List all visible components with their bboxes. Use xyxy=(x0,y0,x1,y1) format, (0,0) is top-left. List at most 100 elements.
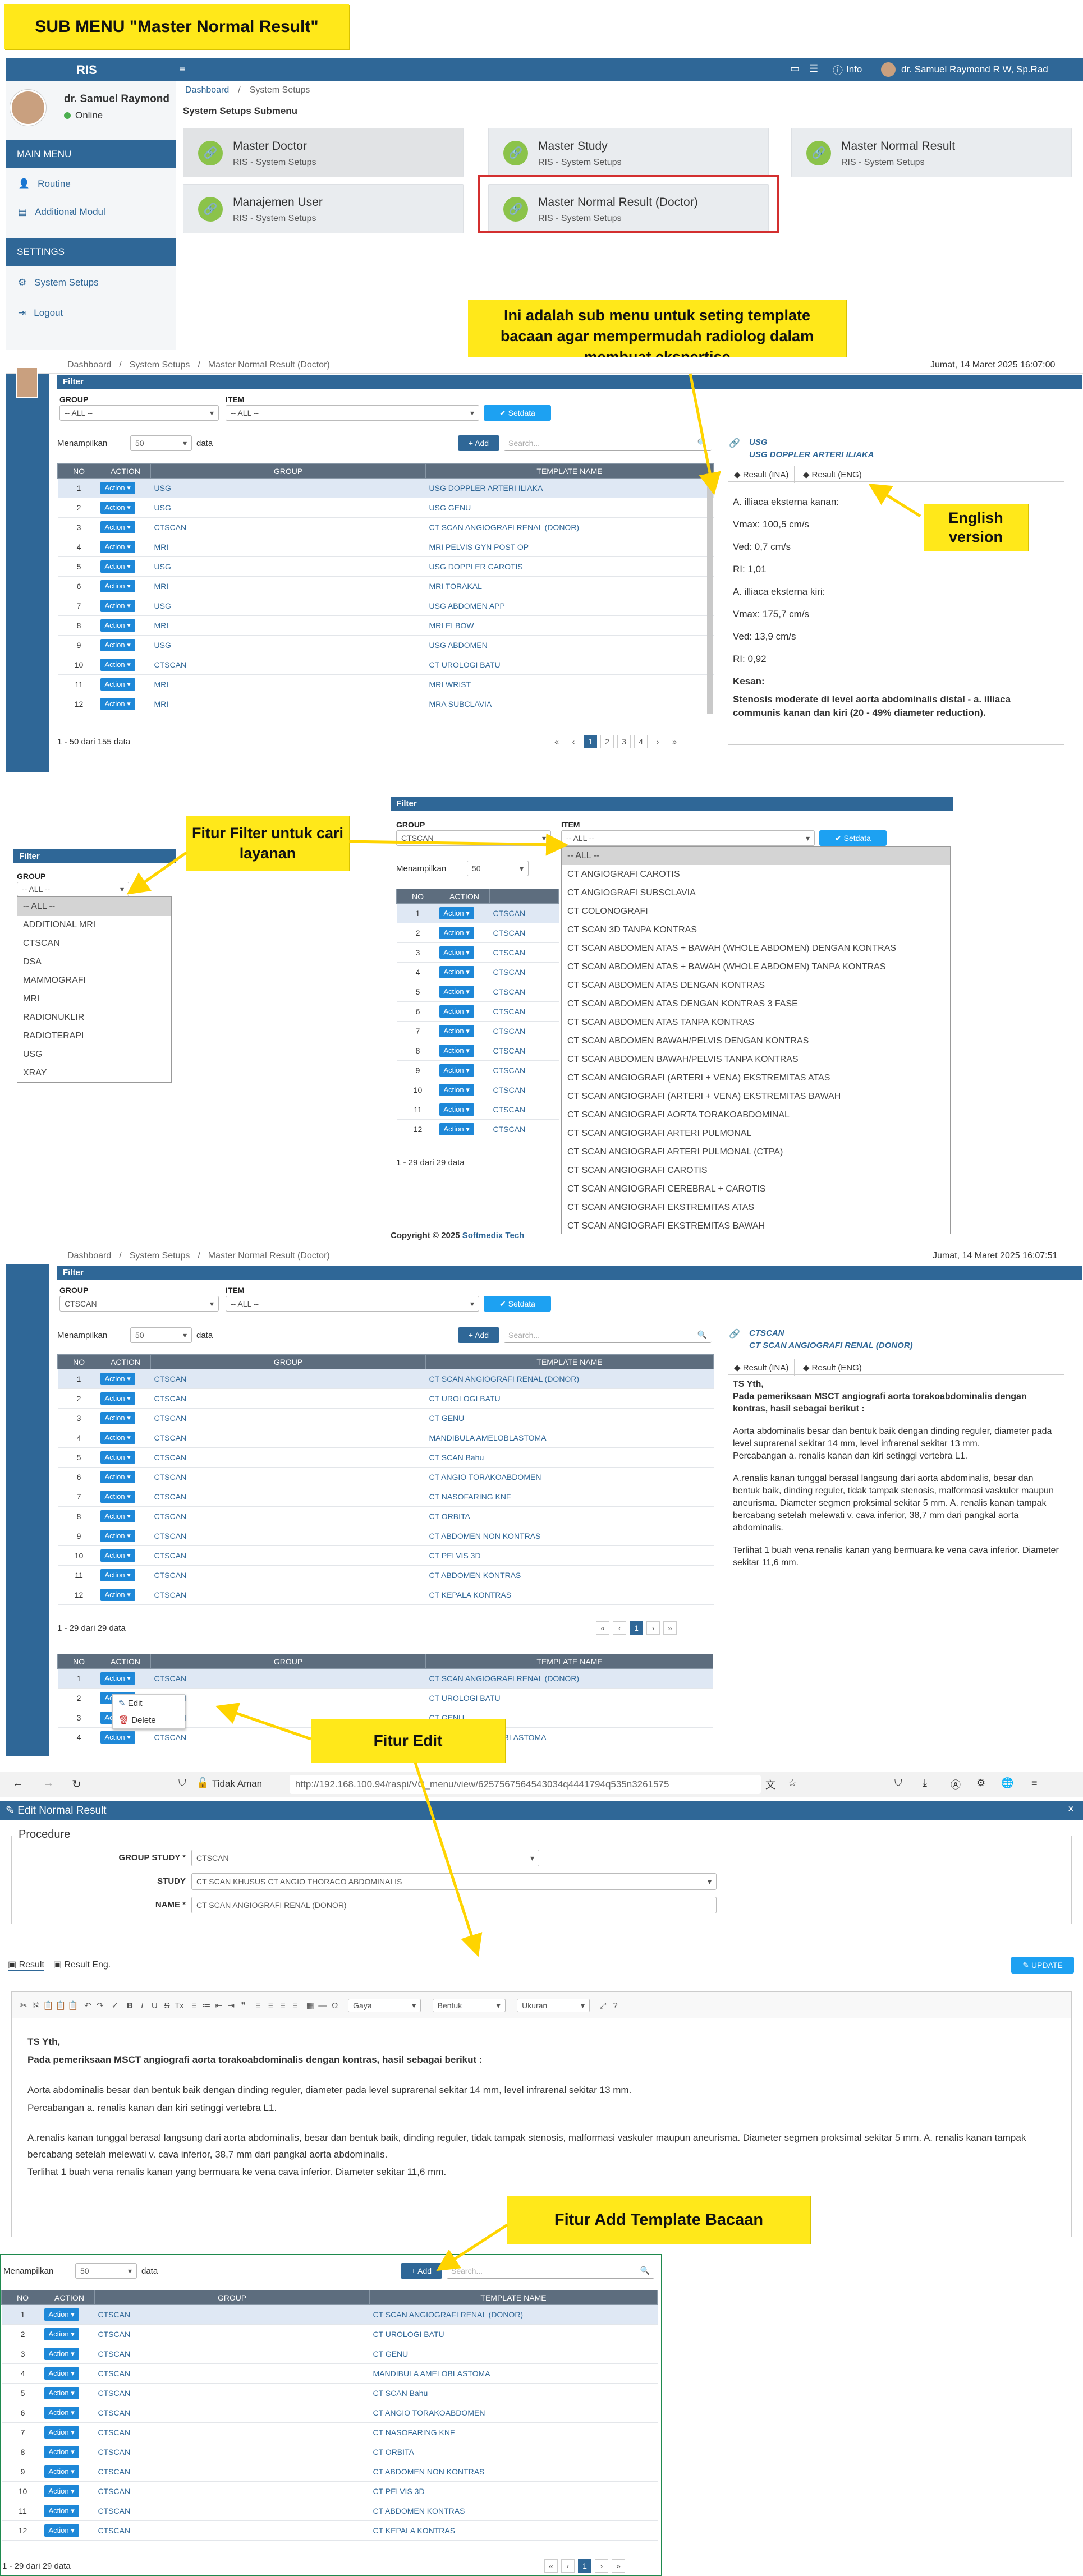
action-button[interactable]: Action ▾ xyxy=(439,1064,474,1077)
page-button[interactable]: « xyxy=(550,735,563,748)
add-button[interactable]: + Add xyxy=(458,1327,499,1343)
row-group[interactable]: CTSCAN xyxy=(94,2344,370,2364)
company-link[interactable]: Softmedix Tech xyxy=(462,1231,525,1240)
table-row[interactable]: 6 Action ▾ MRI MRI TORAKAL xyxy=(57,576,714,596)
outdent-icon[interactable]: ⇤ xyxy=(213,2000,225,2011)
row-group[interactable]: CTSCAN xyxy=(150,1565,426,1585)
row-group[interactable]: CTSCAN xyxy=(489,1100,559,1120)
account-icon[interactable]: Ⓐ xyxy=(951,1777,961,1792)
row-template-name[interactable]: CT KEPALA KONTRAS xyxy=(425,1585,714,1605)
size-select[interactable]: Ukuran ▾ xyxy=(517,1999,590,2012)
clear-format-icon[interactable]: Tx xyxy=(173,2001,185,2011)
row-group[interactable]: CTSCAN xyxy=(489,1060,559,1080)
page-size-select[interactable]: 50 ▾ xyxy=(130,1327,192,1343)
globe-icon[interactable]: 🌐 xyxy=(1001,1777,1013,1789)
action-button[interactable]: Action ▾ xyxy=(439,1005,474,1018)
dropdown-option[interactable]: CT ANGIOGRAFI CAROTIS xyxy=(562,865,950,884)
table-row[interactable]: 2Action ▾ CTSCANCT UROLOGI BATU xyxy=(1,2324,658,2344)
row-group[interactable]: USG xyxy=(150,478,426,498)
action-button[interactable]: Action ▾ xyxy=(100,1589,135,1601)
table-row[interactable]: 1 Action ▾ CTSCAN xyxy=(396,903,559,923)
action-button[interactable]: Action ▾ xyxy=(100,698,135,710)
row-group[interactable]: CTSCAN xyxy=(489,942,559,963)
edit-menu-item[interactable]: ✎ Edit xyxy=(113,1695,185,1712)
table-icon[interactable]: ▦ xyxy=(304,2000,316,2011)
dropdown-option[interactable]: -- ALL -- xyxy=(17,897,171,916)
dropdown-option[interactable]: CT SCAN ANGIOGRAFI AORTA TORAKOABDOMINAL xyxy=(562,1106,950,1124)
item-select[interactable]: -- ALL -- ▾ xyxy=(561,830,815,846)
row-template-name[interactable]: CT GENU xyxy=(369,2344,658,2364)
table-row[interactable]: 6 Action ▾ CTSCAN xyxy=(396,1001,559,1022)
action-button[interactable]: Action ▾ xyxy=(439,1025,474,1037)
translate-icon[interactable]: 文 xyxy=(765,1777,775,1792)
dropdown-option[interactable]: CT SCAN ABDOMEN ATAS DENGAN KONTRAS xyxy=(562,976,950,995)
row-template-name[interactable]: CT UROLOGI BATU xyxy=(425,1388,714,1409)
table-row[interactable]: 10 Action ▾ CTSCAN CT PELVIS 3D xyxy=(1,2481,658,2501)
table-row[interactable]: 12 Action ▾ CTSCAN CT KEPALA KONTRAS xyxy=(1,2520,658,2541)
page-next[interactable]: › xyxy=(646,1621,660,1635)
dropdown-option[interactable]: RADIONUKLIR xyxy=(17,1008,171,1027)
topbar-user[interactable]: dr. Samuel Raymond R W, Sp.Rad xyxy=(901,64,1048,75)
action-button[interactable]: Action ▾ xyxy=(44,2348,79,2360)
row-group[interactable]: MRI xyxy=(150,694,426,714)
dropdown-option[interactable]: CT SCAN ABDOMEN ATAS + BAWAH (WHOLE ABDO… xyxy=(562,958,950,976)
bold-icon[interactable]: B xyxy=(123,2001,136,2011)
delete-menu-item[interactable]: 🗑 Delete xyxy=(113,1712,185,1728)
row-group[interactable]: USG xyxy=(150,596,426,616)
action-button[interactable]: Action ▾ xyxy=(100,639,135,651)
dropdown-option[interactable]: CT SCAN ABDOMEN ATAS DENGAN KONTRAS 3 FA… xyxy=(562,995,950,1013)
page-button[interactable]: ‹ xyxy=(567,735,580,748)
indent-icon[interactable]: ⇥ xyxy=(225,2000,237,2011)
table-row[interactable]: 7 Action ▾ USG USG ABDOMEN APP xyxy=(57,596,714,616)
action-button[interactable]: Action ▾ xyxy=(100,1373,135,1385)
row-template-name[interactable]: CT ABDOMEN NON KONTRAS xyxy=(369,2462,658,2482)
table-row[interactable]: 2Action ▾ CTSCANCT UROLOGI BATU xyxy=(57,1388,714,1409)
row-template-name[interactable]: CT ANGIO TORAKOABDOMEN xyxy=(369,2403,658,2423)
table-row[interactable]: 11 Action ▾ CTSCAN xyxy=(396,1100,559,1120)
hr-icon[interactable]: ― xyxy=(316,2001,329,2011)
sidebar-item-system-setups[interactable]: ⚙ System Setups xyxy=(6,269,176,296)
action-button[interactable]: Action ▾ xyxy=(439,1084,474,1096)
table-row[interactable]: 8 Action ▾ CTSCAN xyxy=(396,1041,559,1061)
row-template-name[interactable]: MRI WRIST xyxy=(425,674,714,694)
action-button[interactable]: Action ▾ xyxy=(100,1491,135,1503)
tile-manajemen-user[interactable]: 🔗 Manajemen User RIS - System Setups xyxy=(183,184,464,233)
dropdown-option[interactable]: -- ALL -- xyxy=(562,847,950,865)
page-size-select[interactable]: 50 ▾ xyxy=(467,861,529,876)
table-row[interactable]: 7 Action ▾ CTSCAN CT NASOFARING KNF xyxy=(57,1487,714,1507)
table-row[interactable]: 7 Action ▾ CTSCAN CT NASOFARING KNF xyxy=(1,2422,658,2442)
action-button[interactable]: Action ▾ xyxy=(439,986,474,998)
tab-result-eng[interactable]: ▣ Result Eng. xyxy=(53,1959,111,1971)
action-button[interactable]: Action ▾ xyxy=(100,1549,135,1562)
item-select[interactable]: -- ALL -- ▾ xyxy=(226,1296,479,1312)
table-row[interactable]: 5 Action ▾ CTSCAN xyxy=(396,982,559,1002)
table-scrollbar[interactable] xyxy=(707,478,713,714)
menu-icon[interactable]: ☰ xyxy=(809,63,818,75)
table-row[interactable]: 12 Action ▾ MRI MRA SUBCLAVIA xyxy=(57,694,714,714)
tab-result[interactable]: ▣ Result xyxy=(8,1959,44,1971)
dropdown-option[interactable]: ADDITIONAL MRI xyxy=(17,916,171,934)
page-prev[interactable]: ‹ xyxy=(613,1621,626,1635)
tab-result-ina[interactable]: ◆ Result (INA) xyxy=(728,1359,795,1376)
table-row[interactable]: 12 Action ▾ CTSCAN CT KEPALA KONTRAS xyxy=(57,1585,714,1605)
row-group[interactable]: CTSCAN xyxy=(150,655,426,675)
action-button[interactable]: Action ▾ xyxy=(100,1510,135,1522)
user-avatar-small[interactable] xyxy=(881,62,896,77)
dropdown-option[interactable]: CT COLONOGRAFI xyxy=(562,902,950,921)
page-first[interactable]: « xyxy=(596,1621,609,1635)
table-row[interactable]: 8 Action ▾ MRI MRI ELBOW xyxy=(57,615,714,636)
setdata-button[interactable]: ✔ Setdata xyxy=(484,1296,551,1312)
page-last[interactable]: » xyxy=(663,1621,677,1635)
table-row[interactable]: 4 Action ▾ MRI MRI PELVIS GYN POST OP xyxy=(57,537,714,557)
row-group[interactable]: USG xyxy=(150,556,426,577)
download-icon[interactable]: ⤓ xyxy=(923,1777,927,1789)
align-center-icon[interactable]: ≡ xyxy=(264,2001,277,2011)
update-button[interactable]: ✎ UPDATE xyxy=(1011,1957,1074,1974)
action-button[interactable]: Action ▾ xyxy=(44,2505,79,2517)
row-template-name[interactable]: CT ORBITA xyxy=(425,1506,714,1526)
hamburger-icon[interactable]: ≡ xyxy=(180,63,186,75)
row-group[interactable]: CTSCAN xyxy=(489,1021,559,1041)
table-row[interactable]: 4Action ▾ CTSCANMANDIBULA AMELOBLASTOMA xyxy=(57,1428,714,1448)
action-button[interactable]: Action ▾ xyxy=(100,1569,135,1581)
row-group[interactable]: CTSCAN xyxy=(489,982,559,1002)
